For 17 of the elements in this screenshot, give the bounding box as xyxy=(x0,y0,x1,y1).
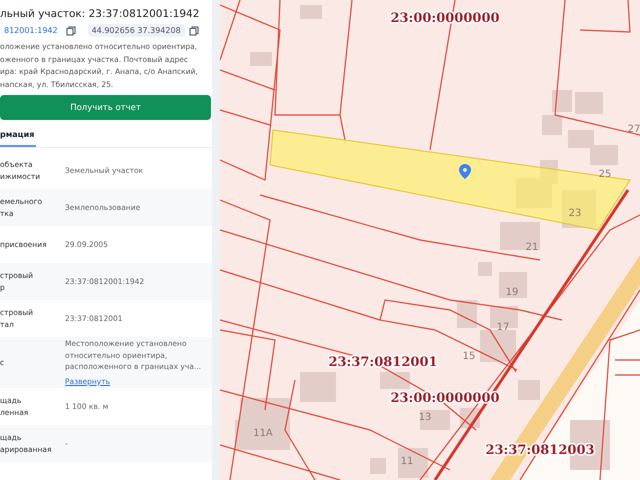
house-number: 27 xyxy=(628,124,640,135)
house-number: 11А xyxy=(253,428,273,439)
cadastral-number-link[interactable]: 812001:1942 xyxy=(0,24,62,37)
house-number: 13 xyxy=(418,412,432,423)
info-tab[interactable]: рмация xyxy=(0,126,36,147)
house-number: 15 xyxy=(462,351,476,362)
parcel-title: льный участок: 23:37:0812001:1942 xyxy=(0,7,200,20)
report-button[interactable]: Получить отчет xyxy=(0,95,211,120)
copy-icon[interactable] xyxy=(188,26,199,36)
house-number: 23 xyxy=(568,208,582,219)
house-number: 11 xyxy=(400,456,414,467)
location-pin-icon[interactable] xyxy=(459,164,471,179)
coordinates-chip: 44.902656 37.394208 xyxy=(88,24,185,37)
copy-icon[interactable] xyxy=(66,26,76,36)
house-number: 17 xyxy=(496,322,510,333)
house-number: 21 xyxy=(526,242,538,253)
house-number: 19 xyxy=(506,287,518,298)
